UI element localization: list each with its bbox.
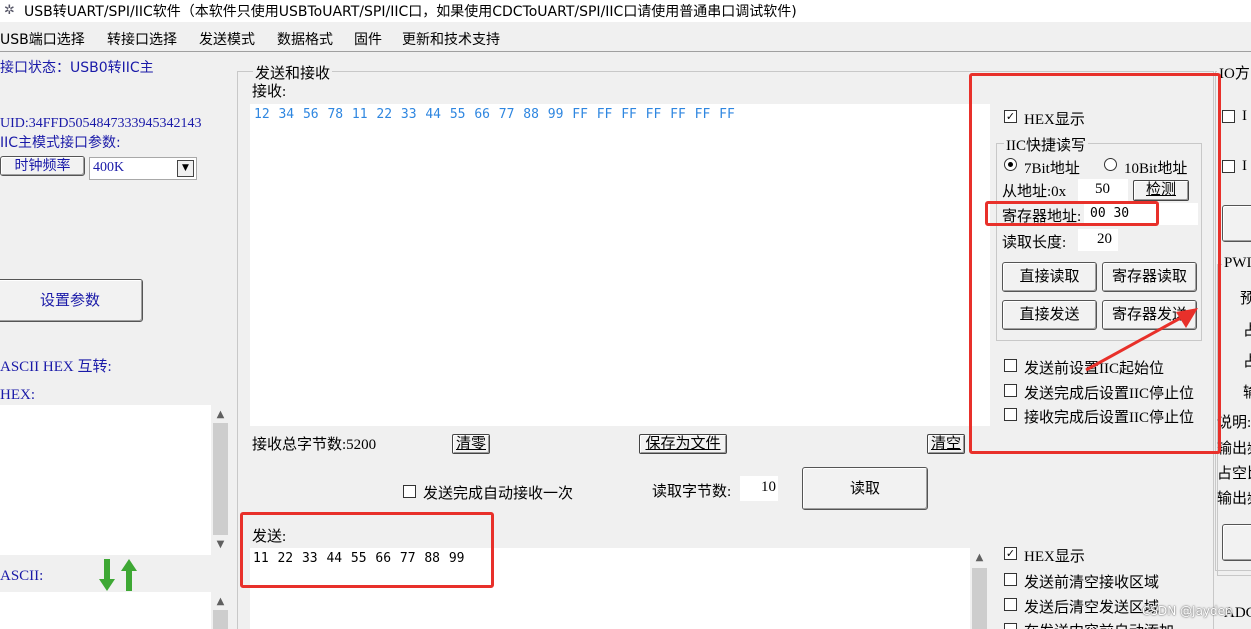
io-group-title: IO方 (1217, 62, 1251, 83)
io-checkbox-2[interactable] (1222, 160, 1235, 173)
scroll-thumb[interactable] (213, 423, 228, 535)
clock-value: 400K (93, 160, 125, 175)
chevron-down-icon[interactable]: ▼ (177, 160, 194, 177)
set-params-button[interactable]: 设置参数 (0, 279, 143, 322)
clear-count-button[interactable]: 清零 (452, 434, 490, 454)
clear-recv-before-send-checkbox[interactable] (1004, 573, 1017, 586)
annotation-right-options-box (969, 73, 1221, 454)
note-line-3: 占空比 (1217, 466, 1251, 482)
watermark: CSDN @Jayden (1142, 604, 1233, 618)
save-to-file-button[interactable]: 保存为文件 (639, 434, 727, 454)
ascii-textarea[interactable] (0, 592, 211, 629)
send-scrollbar[interactable]: ▲ (970, 548, 989, 629)
annotation-reg-addr-box (985, 201, 1159, 226)
io-checkbox-1[interactable] (1222, 110, 1235, 123)
clear-receive-button[interactable]: 清空 (927, 434, 965, 454)
auto-prefix-checkbox[interactable] (1004, 623, 1017, 629)
clear-recv-before-send-label: 发送前清空接收区域 (1024, 575, 1160, 591)
auto-receive-label: 发送完成自动接收一次 (423, 486, 574, 502)
read-button[interactable]: 读取 (802, 467, 928, 510)
pwm-label-1: 预 (1240, 291, 1251, 307)
receive-textarea[interactable]: 12 34 56 78 11 22 33 44 55 66 77 88 99 F… (250, 104, 990, 426)
menu-usb-port[interactable]: USB端口选择 (0, 29, 85, 49)
clock-label: 时钟频率 (0, 156, 85, 176)
clear-send-after-send-checkbox[interactable] (1004, 598, 1017, 611)
receive-content: 12 34 56 78 11 22 33 44 55 66 77 88 99 F… (254, 107, 735, 122)
port-status: 接口状态：USB0转IIC主 (0, 60, 154, 76)
scroll-down-icon[interactable]: ▼ (211, 537, 230, 553)
menu-firmware[interactable]: 固件 (354, 29, 382, 49)
menu-bar: USB端口选择 转接口选择 发送模式 数据格式 固件 更新和技术支持 (0, 26, 1251, 50)
menu-send-mode[interactable]: 发送模式 (199, 29, 255, 49)
ascii-hex-label: ASCII HEX 互转: (0, 359, 112, 375)
io-item-2: I (1242, 158, 1247, 174)
hex-label: HEX: (0, 387, 35, 403)
iic-params-label: IIC主模式接口参数: (0, 135, 121, 151)
pwm-label-2: 占 (1243, 323, 1251, 339)
convert-arrows-icon[interactable] (96, 557, 140, 593)
auto-receive-checkbox[interactable] (403, 485, 416, 498)
read-bytes-label: 读取字节数: (652, 484, 732, 500)
window-title: USB转UART/SPI/IIC软件（本软件只使用USBToUART/SPI/I… (24, 4, 797, 20)
io-button[interactable] (1222, 205, 1251, 242)
scroll-up-icon[interactable]: ▲ (211, 407, 230, 423)
io-item-1: I (1242, 108, 1247, 124)
bottom-hex-display-checkbox[interactable]: ✓ (1004, 547, 1017, 560)
read-bytes-input[interactable]: 10 (740, 476, 778, 501)
menu-update-support[interactable]: 更新和技术支持 (402, 29, 500, 49)
scroll-thumb[interactable] (213, 610, 228, 629)
hex-scrollbar[interactable]: ▲ ▼ (211, 405, 230, 555)
clear-send-after-send-label: 发送后清空发送区域 (1024, 600, 1160, 616)
hex-textarea[interactable] (0, 405, 211, 555)
title-bar: ✲ USB转UART/SPI/IIC软件（本软件只使用USBToUART/SPI… (0, 0, 1251, 22)
read-bytes-value: 10 (761, 479, 776, 495)
annotation-arrow-icon (1085, 308, 1198, 372)
scroll-thumb[interactable] (972, 568, 987, 629)
scroll-up-icon[interactable]: ▲ (970, 550, 989, 566)
menu-data-format[interactable]: 数据格式 (277, 29, 333, 49)
left-panel: 接口状态：USB0转IIC主 UID:34FFD5054847333945342… (0, 52, 237, 629)
pwm-label-3: 占 (1243, 354, 1251, 370)
receive-label: 接收: (252, 84, 287, 100)
bottom-hex-display-label: HEX显示 (1024, 549, 1085, 565)
annotation-send-box (240, 512, 494, 588)
pwm-group-title: PWI (1222, 255, 1251, 272)
clock-select[interactable]: 400K ▼ (89, 157, 197, 180)
note-line-4: 输出频 (1217, 491, 1251, 507)
ascii-scrollbar[interactable]: ▲ (211, 592, 230, 629)
total-bytes-label: 接收总字节数:5200 (252, 437, 377, 453)
pwm-button[interactable] (1222, 524, 1251, 561)
note-line-1: 说明: (1217, 415, 1251, 431)
menu-adapter[interactable]: 转接口选择 (107, 29, 177, 49)
note-line-2: 输出频 (1217, 441, 1251, 457)
device-uid: UID:34FFD5054847333945342143 (0, 116, 202, 131)
auto-prefix-label: 在发送内容前自动添加: (1024, 620, 1178, 629)
scroll-up-icon[interactable]: ▲ (211, 594, 230, 610)
ascii-label: ASCII: (0, 568, 44, 584)
app-icon: ✲ (4, 3, 15, 18)
pwm-label-4: 输 (1243, 385, 1251, 401)
